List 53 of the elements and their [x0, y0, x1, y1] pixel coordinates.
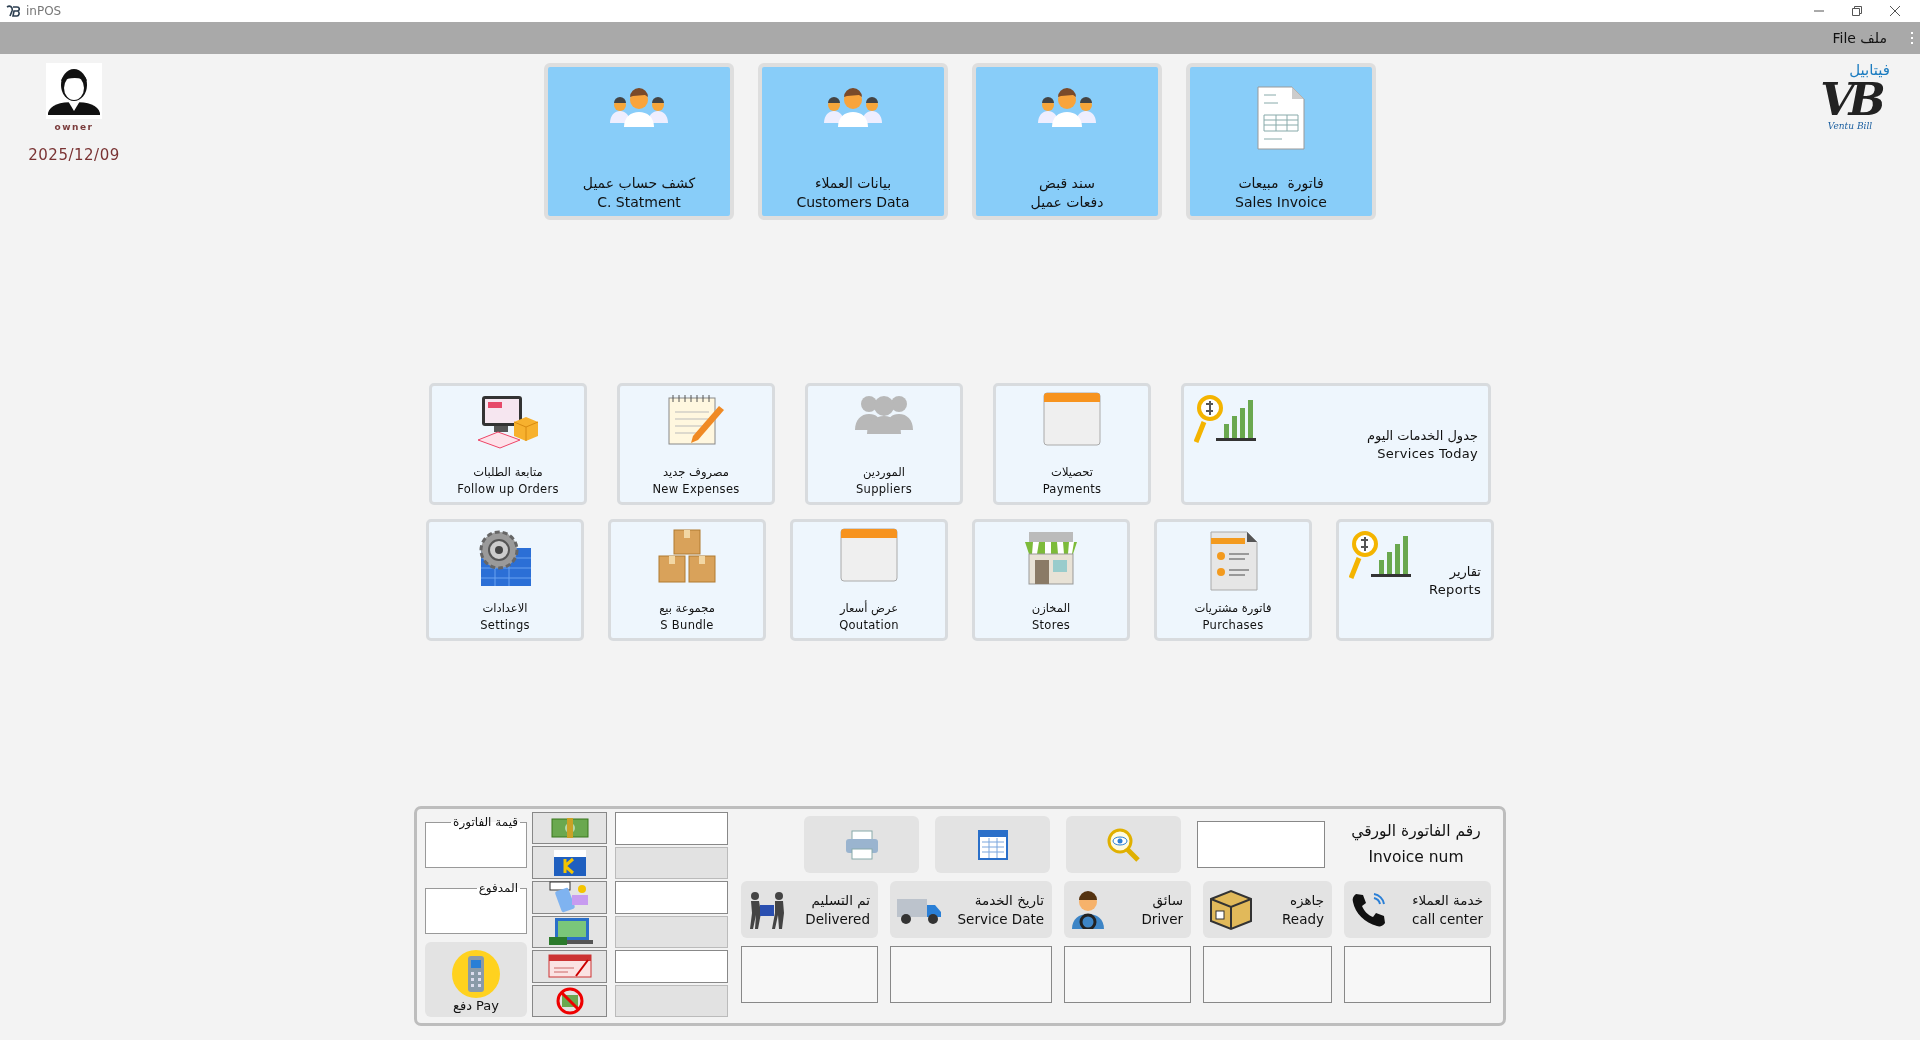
invoice-number-field[interactable]	[1197, 821, 1325, 868]
invoice-icon	[1207, 528, 1259, 592]
field-label: قيمة الفاتورة	[452, 816, 519, 828]
card-icon	[552, 848, 587, 877]
status-field[interactable]	[1203, 946, 1332, 1003]
table-icon	[977, 829, 1008, 860]
notepad-with-pencil-icon	[665, 392, 727, 448]
field-label: رقم الفاتورة الورقي	[1351, 823, 1481, 841]
date-label: 2025/12/09	[28, 146, 120, 164]
paid-field[interactable]: المدفوع	[425, 882, 527, 934]
user-avatar	[46, 63, 102, 119]
window-icon	[840, 528, 898, 582]
amount-field[interactable]	[615, 881, 728, 914]
phone-icon	[1350, 891, 1386, 928]
cardboard-box-icon	[1209, 888, 1253, 931]
cheque-icon	[547, 952, 592, 981]
amount-field[interactable]	[615, 812, 728, 845]
restore-icon[interactable]	[1852, 6, 1862, 16]
card-terminal-icon	[452, 950, 500, 998]
laptop-icon	[546, 917, 593, 947]
invoice-value-field[interactable]: قيمة الفاتورة	[425, 816, 527, 868]
toolbar-button[interactable]	[935, 816, 1050, 873]
payment-method-button[interactable]	[532, 812, 607, 845]
app-icon	[6, 5, 20, 17]
toolbar-button[interactable]	[804, 816, 919, 873]
driver-icon	[1070, 890, 1106, 929]
cash-icon	[549, 816, 590, 841]
payment-method-button[interactable]	[532, 880, 607, 914]
menu-tile[interactable]: سند قبض دفعات عميل	[972, 63, 1162, 220]
status-field[interactable]	[1344, 946, 1491, 1003]
invoice-icon	[1256, 85, 1306, 151]
field-label: المدفوع	[477, 882, 519, 894]
payment-method-button[interactable]	[532, 915, 607, 949]
file-menu[interactable]: File ملف	[1828, 28, 1891, 48]
boxes-icon	[656, 528, 718, 584]
pay-button[interactable]: دفع Pay	[425, 942, 527, 1017]
printer-icon	[843, 828, 880, 861]
user-name: owner	[54, 122, 94, 132]
payment-method-button[interactable]	[532, 846, 607, 879]
status-field[interactable]	[1064, 946, 1191, 1003]
delivery-men-icon	[747, 890, 787, 929]
payment-method-button[interactable]	[532, 950, 607, 983]
field-label: Invoice num	[1368, 848, 1464, 866]
window-icon	[1043, 392, 1101, 446]
status-field[interactable]	[890, 946, 1052, 1003]
search-icon	[1105, 827, 1142, 862]
more-icon[interactable]	[1911, 32, 1914, 44]
status-field[interactable]	[741, 946, 878, 1003]
close-icon[interactable]	[1890, 6, 1900, 16]
amount-field[interactable]	[615, 950, 728, 983]
payment-method-button[interactable]	[532, 984, 607, 1018]
no-cash-icon	[555, 986, 584, 1015]
window-title: inPOS	[26, 4, 62, 18]
